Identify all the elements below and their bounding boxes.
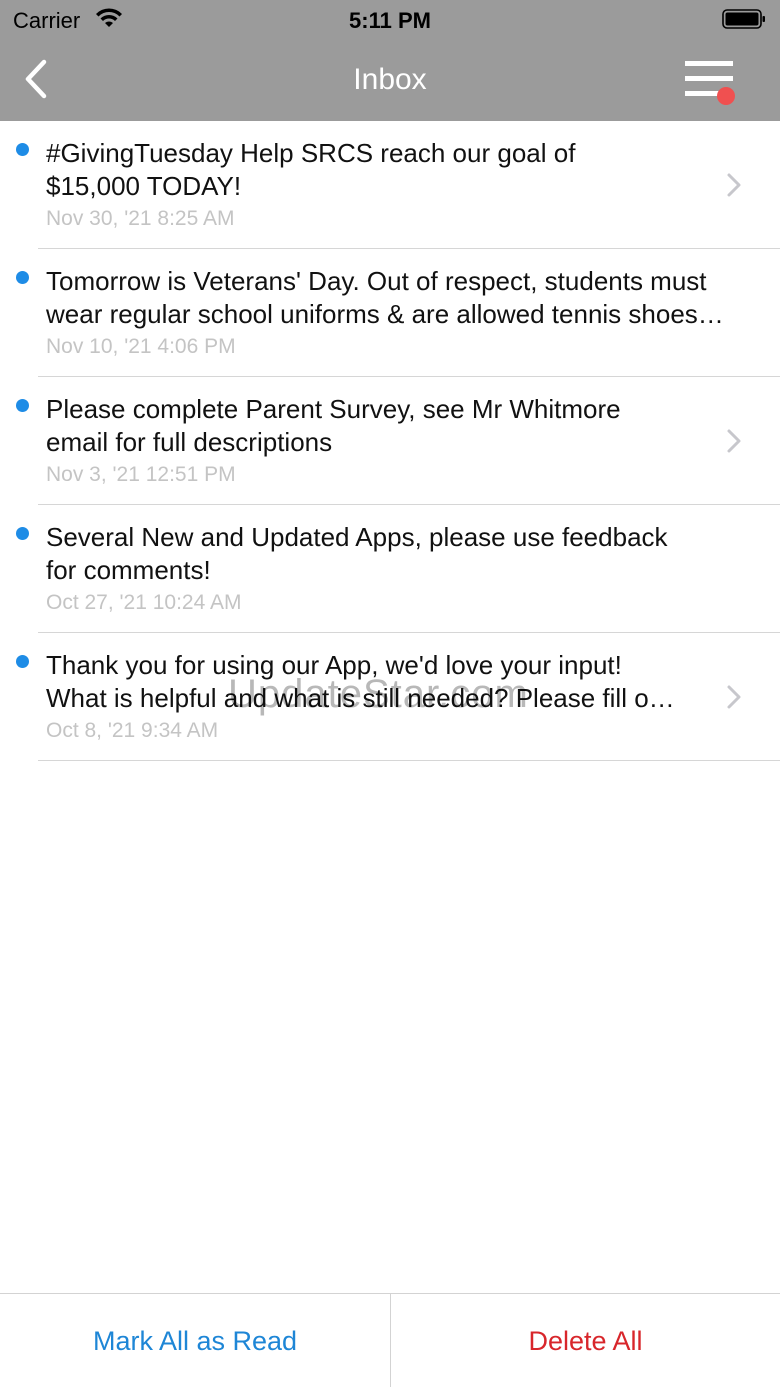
message-item[interactable]: Tomorrow is Veterans' Day. Out of respec… bbox=[0, 249, 780, 377]
message-item[interactable]: Please complete Parent Survey, see Mr Wh… bbox=[0, 377, 780, 505]
message-date: Oct 27, '21 10:24 AM bbox=[46, 591, 242, 614]
message-item[interactable]: #GivingTuesday Help SRCS reach our goal … bbox=[0, 121, 780, 249]
unread-dot bbox=[16, 527, 29, 540]
message-date: Oct 8, '21 9:34 AM bbox=[46, 719, 219, 742]
message-list: #GivingTuesday Help SRCS reach our goal … bbox=[0, 121, 780, 761]
chevron-right-icon bbox=[727, 429, 741, 453]
message-date: Nov 3, '21 12:51 PM bbox=[46, 463, 236, 486]
message-text: Thank you for using our App, we'd love y… bbox=[46, 650, 675, 713]
bottom-toolbar: Mark All as Read Delete All bbox=[0, 1293, 780, 1387]
mark-all-read-button[interactable]: Mark All as Read bbox=[0, 1294, 390, 1387]
delete-all-button[interactable]: Delete All bbox=[390, 1294, 780, 1387]
divider bbox=[38, 760, 780, 761]
message-text: Please complete Parent Survey, see Mr Wh… bbox=[46, 394, 621, 457]
message-date: Nov 30, '21 8:25 AM bbox=[46, 207, 235, 230]
status-time: 5:11 PM bbox=[349, 8, 431, 33]
notification-badge bbox=[717, 87, 735, 105]
status-bar: Carrier 5:11 PM bbox=[0, 0, 780, 40]
hamburger-menu-icon bbox=[685, 61, 735, 105]
message-item[interactable]: Thank you for using our App, we'd love y… bbox=[0, 633, 780, 761]
message-text: Several New and Updated Apps, please use… bbox=[46, 522, 668, 585]
message-text: Tomorrow is Veterans' Day. Out of respec… bbox=[46, 266, 724, 329]
menu-button[interactable] bbox=[680, 58, 740, 108]
chevron-right-icon bbox=[727, 685, 741, 709]
message-date: Nov 10, '21 4:06 PM bbox=[46, 335, 236, 358]
message-text: #GivingTuesday Help SRCS reach our goal … bbox=[46, 138, 576, 201]
message-item[interactable]: Several New and Updated Apps, please use… bbox=[0, 505, 780, 633]
header: Carrier 5:11 PM Inbox bbox=[0, 0, 780, 121]
battery-icon bbox=[722, 9, 765, 29]
inbox-screen: Carrier 5:11 PM Inbox #GivingTuesday Hel… bbox=[0, 0, 780, 1387]
chevron-right-icon bbox=[727, 173, 741, 197]
nav-bar: Inbox bbox=[0, 40, 780, 121]
page-title: Inbox bbox=[353, 63, 427, 96]
unread-dot bbox=[16, 399, 29, 412]
unread-dot bbox=[16, 143, 29, 156]
unread-dot bbox=[16, 655, 29, 668]
unread-dot bbox=[16, 271, 29, 284]
